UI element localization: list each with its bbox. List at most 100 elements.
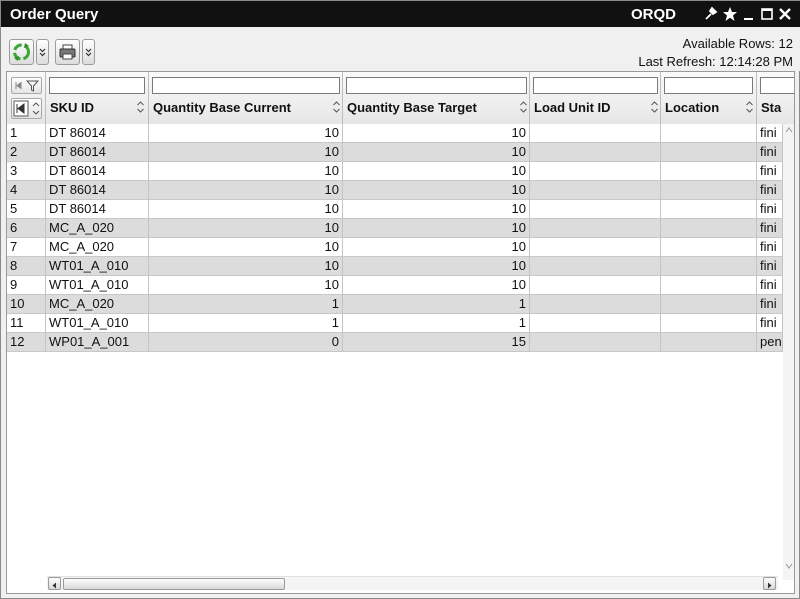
column-header-status[interactable]: Sta bbox=[757, 72, 794, 124]
load-unit-id-cell[interactable] bbox=[530, 143, 661, 162]
location-cell[interactable] bbox=[661, 181, 757, 200]
scroll-left-button[interactable] bbox=[48, 577, 61, 590]
table-row[interactable]: 3 DT 86014 10 10 fini bbox=[7, 162, 794, 181]
quantity-base-current-cell[interactable]: 10 bbox=[149, 143, 343, 162]
quantity-base-current-cell[interactable]: 10 bbox=[149, 276, 343, 295]
quantity-base-current-cell[interactable]: 1 bbox=[149, 314, 343, 333]
location-cell[interactable] bbox=[661, 295, 757, 314]
sku-cell[interactable]: DT 86014 bbox=[46, 200, 149, 219]
load-unit-id-cell[interactable] bbox=[530, 314, 661, 333]
quantity-base-current-cell[interactable]: 10 bbox=[149, 238, 343, 257]
maximize-icon[interactable] bbox=[759, 5, 775, 23]
sort-icon[interactable] bbox=[519, 99, 528, 115]
quantity-base-current-cell[interactable]: 10 bbox=[149, 200, 343, 219]
table-row[interactable]: 8 WT01_A_010 10 10 fini bbox=[7, 257, 794, 276]
location-cell[interactable] bbox=[661, 257, 757, 276]
sort-icon[interactable] bbox=[136, 99, 145, 115]
table-row[interactable]: 10 MC_A_020 1 1 fini bbox=[7, 295, 794, 314]
quantity-base-current-cell[interactable]: 10 bbox=[149, 257, 343, 276]
load-unit-id-cell[interactable] bbox=[530, 181, 661, 200]
table-row[interactable]: 6 MC_A_020 10 10 fini bbox=[7, 219, 794, 238]
table-row[interactable]: 2 DT 86014 10 10 fini bbox=[7, 143, 794, 162]
load-unit-id-cell[interactable] bbox=[530, 257, 661, 276]
status-cell[interactable]: fini bbox=[757, 295, 783, 314]
column-header-location[interactable]: Location bbox=[661, 72, 757, 124]
location-cell[interactable] bbox=[661, 124, 757, 143]
sku-cell[interactable]: DT 86014 bbox=[46, 181, 149, 200]
quantity-base-target-cell[interactable]: 10 bbox=[343, 276, 530, 295]
scroll-down-icon[interactable] bbox=[783, 560, 795, 572]
quantity-base-current-cell[interactable]: 10 bbox=[149, 162, 343, 181]
quantity-base-target-cell[interactable]: 10 bbox=[343, 181, 530, 200]
location-cell[interactable] bbox=[661, 162, 757, 181]
sku-cell[interactable]: WT01_A_010 bbox=[46, 257, 149, 276]
status-cell[interactable]: fini bbox=[757, 314, 783, 333]
load-unit-id-filter-input[interactable] bbox=[533, 77, 658, 94]
quantity-base-current-filter-input[interactable] bbox=[152, 77, 340, 94]
status-cell[interactable]: fini bbox=[757, 257, 783, 276]
load-unit-id-cell[interactable] bbox=[530, 124, 661, 143]
quantity-base-target-cell[interactable]: 10 bbox=[343, 124, 530, 143]
first-record-button[interactable] bbox=[11, 98, 42, 119]
table-row[interactable]: 1 DT 86014 10 10 fini bbox=[7, 124, 794, 143]
location-filter-input[interactable] bbox=[664, 77, 753, 94]
load-unit-id-cell[interactable] bbox=[530, 162, 661, 181]
table-row[interactable]: 4 DT 86014 10 10 fini bbox=[7, 181, 794, 200]
sort-icon[interactable] bbox=[745, 99, 754, 115]
refresh-button[interactable] bbox=[9, 39, 34, 65]
status-cell[interactable]: pen bbox=[757, 333, 783, 352]
location-cell[interactable] bbox=[661, 333, 757, 352]
row-number[interactable]: 9 bbox=[7, 276, 46, 295]
status-cell[interactable]: fini bbox=[757, 238, 783, 257]
row-number[interactable]: 6 bbox=[7, 219, 46, 238]
quantity-base-target-cell[interactable]: 10 bbox=[343, 238, 530, 257]
quantity-base-current-cell[interactable]: 10 bbox=[149, 219, 343, 238]
quantity-base-target-cell[interactable]: 10 bbox=[343, 257, 530, 276]
quantity-base-current-cell[interactable]: 0 bbox=[149, 333, 343, 352]
scroll-up-icon[interactable] bbox=[783, 124, 795, 136]
row-number[interactable]: 2 bbox=[7, 143, 46, 162]
sku-cell[interactable]: DT 86014 bbox=[46, 162, 149, 181]
row-number[interactable]: 12 bbox=[7, 333, 46, 352]
load-unit-id-cell[interactable] bbox=[530, 333, 661, 352]
sku-cell[interactable]: WT01_A_010 bbox=[46, 314, 149, 333]
quantity-base-target-filter-input[interactable] bbox=[346, 77, 527, 94]
quantity-base-target-cell[interactable]: 10 bbox=[343, 143, 530, 162]
load-unit-id-cell[interactable] bbox=[530, 238, 661, 257]
location-cell[interactable] bbox=[661, 143, 757, 162]
status-cell[interactable]: fini bbox=[757, 276, 783, 295]
row-number[interactable]: 7 bbox=[7, 238, 46, 257]
row-number[interactable]: 5 bbox=[7, 200, 46, 219]
row-number[interactable]: 10 bbox=[7, 295, 46, 314]
location-cell[interactable] bbox=[661, 219, 757, 238]
column-header-quantity-base-target[interactable]: Quantity Base Target bbox=[343, 72, 530, 124]
print-options-dropdown[interactable] bbox=[82, 39, 95, 65]
star-icon[interactable] bbox=[722, 5, 738, 23]
status-cell[interactable]: fini bbox=[757, 181, 783, 200]
sku-cell[interactable]: DT 86014 bbox=[46, 124, 149, 143]
status-cell[interactable]: fini bbox=[757, 200, 783, 219]
table-row[interactable]: 7 MC_A_020 10 10 fini bbox=[7, 238, 794, 257]
row-number[interactable]: 8 bbox=[7, 257, 46, 276]
row-number[interactable]: 3 bbox=[7, 162, 46, 181]
column-header-load-unit-id[interactable]: Load Unit ID bbox=[530, 72, 661, 124]
load-unit-id-cell[interactable] bbox=[530, 295, 661, 314]
quantity-base-target-cell[interactable]: 1 bbox=[343, 314, 530, 333]
table-row[interactable]: 5 DT 86014 10 10 fini bbox=[7, 200, 794, 219]
quantity-base-current-cell[interactable]: 10 bbox=[149, 181, 343, 200]
minimize-icon[interactable] bbox=[741, 5, 757, 23]
sku-cell[interactable]: MC_A_020 bbox=[46, 295, 149, 314]
close-icon[interactable] bbox=[777, 5, 793, 23]
table-row[interactable]: 11 WT01_A_010 1 1 fini bbox=[7, 314, 794, 333]
horizontal-scroll-thumb[interactable] bbox=[63, 578, 285, 590]
sku-cell[interactable]: MC_A_020 bbox=[46, 219, 149, 238]
sort-icon[interactable] bbox=[332, 99, 341, 115]
quantity-base-target-cell[interactable]: 10 bbox=[343, 162, 530, 181]
sku-cell[interactable]: WT01_A_010 bbox=[46, 276, 149, 295]
status-cell[interactable]: fini bbox=[757, 162, 783, 181]
status-cell[interactable]: fini bbox=[757, 124, 783, 143]
sku-filter-input[interactable] bbox=[49, 77, 145, 94]
location-cell[interactable] bbox=[661, 276, 757, 295]
location-cell[interactable] bbox=[661, 314, 757, 333]
status-cell[interactable]: fini bbox=[757, 219, 783, 238]
